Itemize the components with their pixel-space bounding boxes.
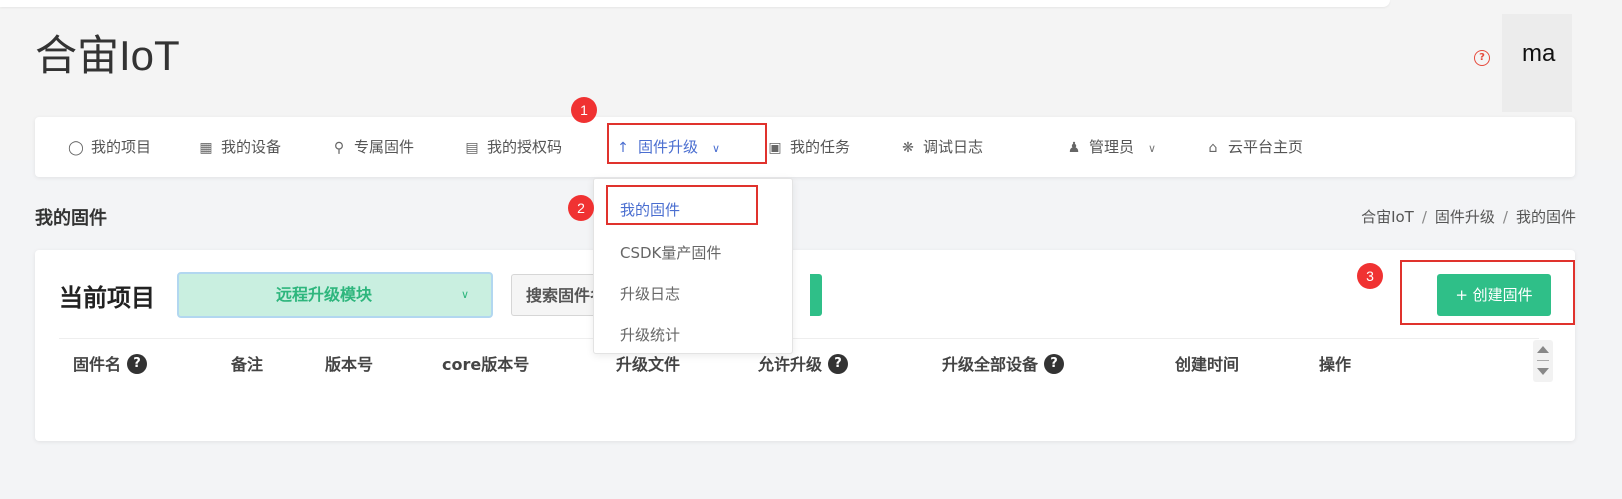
column-label: 升级全部设备: [942, 355, 1039, 374]
home-icon: ⌂: [1208, 140, 1218, 156]
highlight-box-create: [1400, 260, 1575, 325]
card-icon: ▤: [465, 140, 479, 156]
column-header-firmware-name[interactable]: 固件名?: [73, 353, 148, 377]
scroll-up-icon[interactable]: [1537, 346, 1549, 353]
nav-label: 专属固件: [354, 138, 415, 156]
column-header-remark[interactable]: 备注: [231, 353, 263, 377]
column-header-allow-upgrade[interactable]: 允许升级?: [758, 353, 849, 377]
breadcrumb-separator: /: [1421, 208, 1427, 226]
main-nav: ◯ 我的项目 ▦ 我的设备 ⚲ 专属固件 ▤ 我的授权码 ↑ 固件升级 ∨ ▣ 我的任务 ❋ 调…: [35, 117, 1575, 177]
column-header-core-version[interactable]: core版本号: [442, 353, 529, 377]
nav-item-my-devices[interactable]: ▦ 我的设备: [197, 117, 281, 177]
breadcrumb-item: 我的固件: [1515, 208, 1576, 226]
top-strip: [0, 0, 1390, 7]
chevron-down-icon: ∨: [460, 288, 469, 301]
nav-item-exclusive-firmware[interactable]: ⚲ 专属固件: [330, 117, 414, 177]
project-label: 当前项目: [59, 284, 155, 312]
dropdown-item-upgrade-log[interactable]: 升级日志: [620, 283, 680, 304]
column-label: 允许升级: [758, 355, 823, 374]
nav-item-auth-codes[interactable]: ▤ 我的授权码: [463, 117, 562, 177]
nav-item-cloud-home[interactable]: ⌂ 云平台主页: [1204, 117, 1303, 177]
question-icon[interactable]: ?: [828, 354, 849, 374]
nav-label: 调试日志: [923, 138, 984, 156]
search-button[interactable]: [810, 274, 822, 316]
column-label: 固件名: [73, 355, 122, 374]
key-icon: ⚲: [333, 140, 345, 156]
column-header-version[interactable]: 版本号: [325, 353, 373, 377]
nav-label: 我的设备: [221, 138, 282, 156]
breadcrumb-item[interactable]: 合宙IoT: [1361, 208, 1414, 226]
step-marker-3: 3: [1357, 263, 1383, 289]
calendar-icon: ▣: [768, 140, 782, 156]
lightbulb-icon: ◯: [68, 140, 84, 156]
column-header-upgrade-all[interactable]: 升级全部设备?: [942, 353, 1065, 377]
scroll-control[interactable]: [1533, 340, 1553, 382]
dropdown-item-upgrade-stats[interactable]: 升级统计: [620, 324, 680, 345]
nav-item-admin[interactable]: ♟ 管理员 ∨: [1065, 117, 1156, 177]
nav-item-my-projects[interactable]: ◯ 我的项目: [67, 117, 151, 177]
bug-icon: ❋: [902, 140, 914, 156]
scroll-divider: [1537, 360, 1549, 361]
nav-label: 我的任务: [790, 138, 851, 156]
dropdown-item-csdk-firmware[interactable]: CSDK量产固件: [620, 242, 721, 263]
step-marker-1: 1: [571, 97, 597, 123]
breadcrumb-separator: /: [1502, 208, 1508, 226]
nav-label: 管理员: [1089, 138, 1135, 156]
breadcrumb-item[interactable]: 固件升级: [1435, 208, 1495, 226]
nav-item-debug-log[interactable]: ❋ 调试日志: [899, 117, 983, 177]
nav-label: 云平台主页: [1228, 138, 1304, 156]
page-title: 我的固件: [35, 208, 107, 229]
question-icon[interactable]: ?: [1044, 354, 1065, 374]
highlight-box-dropdown: [606, 185, 758, 225]
question-icon[interactable]: ?: [127, 354, 148, 374]
project-select[interactable]: 远程升级模块 ∨: [177, 272, 493, 318]
step-marker-2: 2: [568, 195, 594, 221]
question-circle-icon[interactable]: ?: [1474, 50, 1490, 66]
highlight-box-nav: [607, 123, 767, 164]
project-select-value: 远程升级模块: [275, 285, 372, 304]
nav-item-my-tasks[interactable]: ▣ 我的任务: [766, 117, 850, 177]
column-header-created-time[interactable]: 创建时间: [1175, 353, 1239, 377]
brand-title: 合宙IoT: [35, 32, 180, 79]
breadcrumb: 合宙IoT / 固件升级 / 我的固件: [1361, 206, 1576, 227]
chevron-down-icon: ∨: [1148, 142, 1157, 155]
user-name[interactable]: ma: [1522, 40, 1555, 68]
nav-label: 我的项目: [91, 138, 152, 156]
user-icon: ♟: [1067, 140, 1081, 156]
column-header-upgrade-file[interactable]: 升级文件: [616, 353, 680, 377]
firmware-card: 当前项目 远程升级模块 ∨ 搜索固件名 + 创建固件 固件名? 备注 版本号 c…: [35, 250, 1575, 441]
scroll-down-icon[interactable]: [1537, 368, 1549, 375]
column-header-actions: 操作: [1319, 355, 1352, 374]
chip-icon: ▦: [199, 140, 213, 156]
nav-label: 我的授权码: [487, 138, 563, 156]
divider: [59, 338, 1539, 339]
